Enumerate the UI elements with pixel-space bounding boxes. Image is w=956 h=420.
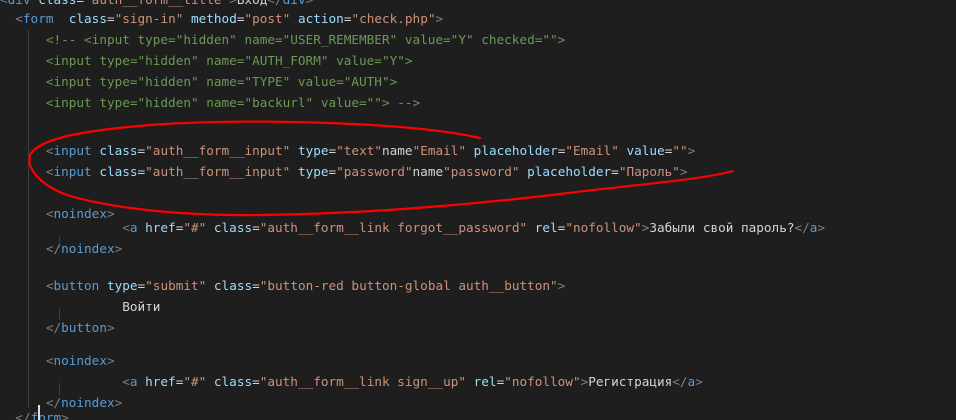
code-line[interactable]: <a href="#" class="auth__form__link forg… <box>0 217 825 238</box>
text-cursor-icon <box>38 405 40 420</box>
code-line[interactable]: Войти <box>0 296 160 317</box>
code-line[interactable]: <noindex> <box>0 350 115 371</box>
code-line[interactable]: <form class="sign-in" method="post" acti… <box>0 8 443 29</box>
code-line[interactable]: </noindex> <box>0 238 122 259</box>
code-line[interactable]: </form> <box>0 407 68 420</box>
code-line[interactable]: <input type="hidden" name="TYPE" value="… <box>0 71 397 92</box>
code-line[interactable]: <a href="#" class="auth__form__link sign… <box>0 371 703 392</box>
code-line[interactable]: <input type="hidden" name="backurl" valu… <box>0 92 420 113</box>
code-line[interactable]: <input class="auth__form__input" type="t… <box>0 140 695 161</box>
code-line[interactable]: <input type="hidden" name="AUTH_FORM" va… <box>0 50 413 71</box>
code-editor[interactable]: <div class="auth__form__title">Вход</div… <box>0 0 956 420</box>
code-line[interactable] <box>0 113 46 134</box>
code-line[interactable]: </button> <box>0 317 115 338</box>
code-line[interactable]: <button type="submit" class="button-red … <box>0 275 565 296</box>
code-line[interactable]: <!-- <input type="hidden" name="USER_REM… <box>0 29 565 50</box>
code-line[interactable]: <input class="auth__form__input" type="p… <box>0 161 688 182</box>
